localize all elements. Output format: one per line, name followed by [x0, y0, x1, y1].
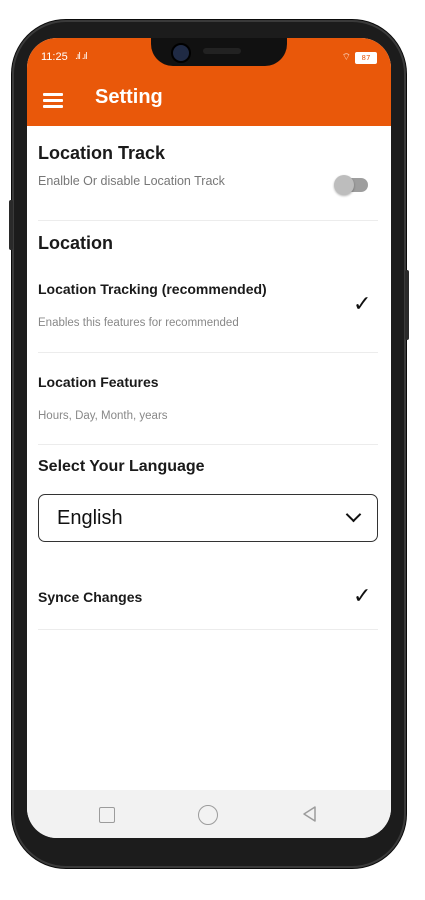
location-track-toggle[interactable]: [334, 175, 368, 195]
toggle-knob: [334, 175, 354, 195]
sync-changes-check-icon[interactable]: ✓: [353, 584, 371, 609]
hamburger-menu-icon[interactable]: [43, 93, 63, 108]
status-right: ⌔ 87: [342, 51, 377, 64]
phone-screen: 11:25 .ıl .ıl ⌔ 87 Setting Location Trac…: [27, 38, 391, 838]
divider: [38, 352, 378, 353]
signal-icon: .ıl .ıl: [75, 52, 88, 62]
language-select[interactable]: English: [38, 494, 378, 542]
power-button: [405, 270, 409, 340]
system-nav-bar: [27, 790, 391, 838]
battery-icon: 87: [355, 51, 377, 64]
location-section-title: Location: [38, 233, 113, 253]
wifi-icon: ⌔: [341, 52, 351, 63]
location-track-title: Location Track: [38, 143, 166, 163]
volume-button: [9, 200, 13, 250]
sync-changes-title[interactable]: Synce Changes: [38, 589, 142, 605]
front-camera-icon: [171, 43, 191, 63]
location-tracking-subtitle: Enables this features for recommended: [38, 317, 239, 329]
speaker-grill: [203, 48, 241, 54]
back-icon[interactable]: [301, 805, 319, 823]
language-title: Select Your Language: [38, 458, 205, 475]
location-features-title[interactable]: Location Features: [38, 374, 159, 390]
divider: [38, 629, 378, 630]
page-title: Setting: [95, 86, 163, 108]
camera-notch: [151, 38, 287, 66]
location-track-description: Enalble Or disable Location Track: [38, 174, 225, 188]
location-tracking-check-icon[interactable]: ✓: [353, 292, 371, 317]
home-icon[interactable]: [198, 805, 218, 825]
location-tracking-title[interactable]: Location Tracking (recommended): [38, 281, 267, 297]
language-select-value: English: [57, 507, 123, 529]
chevron-down-icon: [345, 506, 362, 523]
app-bar: 11:25 .ıl .ıl ⌔ 87 Setting: [27, 38, 391, 126]
status-time: 11:25: [41, 51, 68, 63]
divider: [38, 220, 378, 221]
divider: [38, 444, 378, 445]
location-features-subtitle: Hours, Day, Month, years: [38, 410, 168, 422]
recent-apps-icon[interactable]: [99, 807, 115, 823]
